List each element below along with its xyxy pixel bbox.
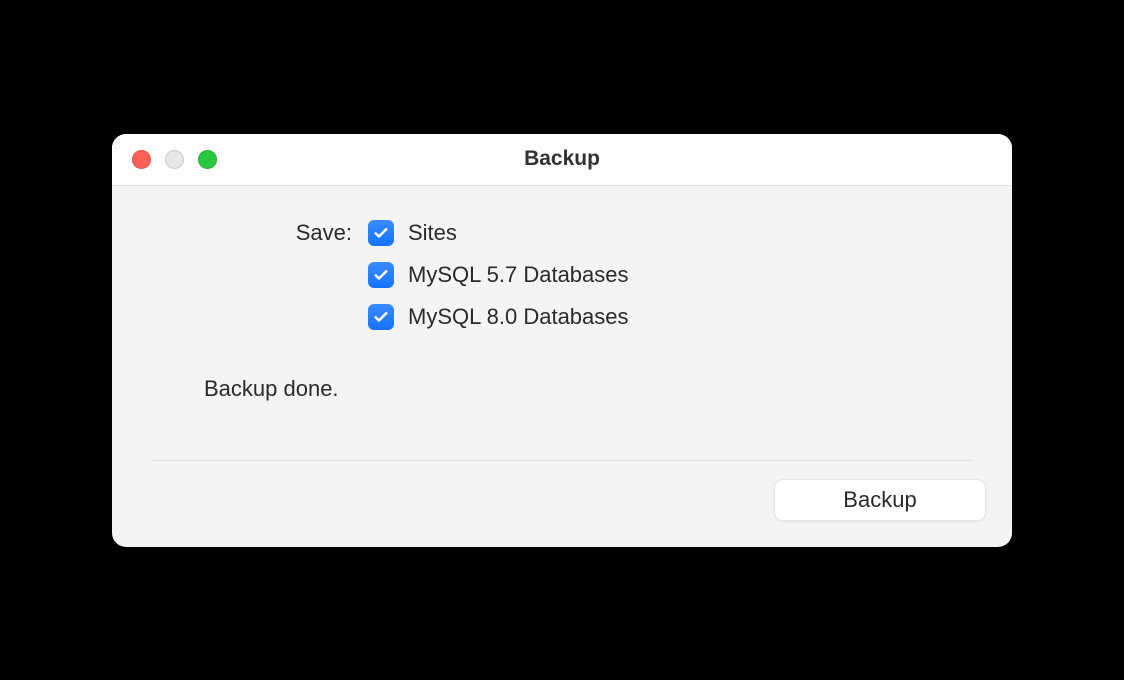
checkmark-icon: [372, 266, 390, 284]
checkmark-icon: [372, 308, 390, 326]
checkbox-sites[interactable]: [368, 220, 394, 246]
backup-button-label: Backup: [843, 487, 916, 513]
maximize-icon[interactable]: [198, 150, 217, 169]
option-sites[interactable]: Sites: [368, 220, 972, 246]
checkbox-mysql57[interactable]: [368, 262, 394, 288]
status-message: Backup done.: [152, 376, 972, 402]
titlebar: Backup: [112, 134, 1012, 186]
checkbox-mysql80[interactable]: [368, 304, 394, 330]
traffic-lights: [112, 150, 217, 169]
content-area: Save: Sites MySQL 5.7 Databases MySQL 8.…: [112, 186, 1012, 461]
backup-window: Backup Save: Sites MySQL 5.7 Databases: [112, 134, 1012, 547]
save-options: Save: Sites MySQL 5.7 Databases MySQL 8.…: [152, 220, 972, 330]
footer: Backup: [112, 461, 1012, 547]
backup-button[interactable]: Backup: [774, 479, 986, 521]
option-label: MySQL 8.0 Databases: [408, 304, 629, 330]
option-mysql57[interactable]: MySQL 5.7 Databases: [368, 262, 972, 288]
option-mysql80[interactable]: MySQL 8.0 Databases: [368, 304, 972, 330]
save-label: Save:: [152, 220, 352, 246]
checkmark-icon: [372, 224, 390, 242]
close-icon[interactable]: [132, 150, 151, 169]
option-label: Sites: [408, 220, 457, 246]
option-label: MySQL 5.7 Databases: [408, 262, 629, 288]
window-title: Backup: [112, 147, 1012, 171]
minimize-icon[interactable]: [165, 150, 184, 169]
